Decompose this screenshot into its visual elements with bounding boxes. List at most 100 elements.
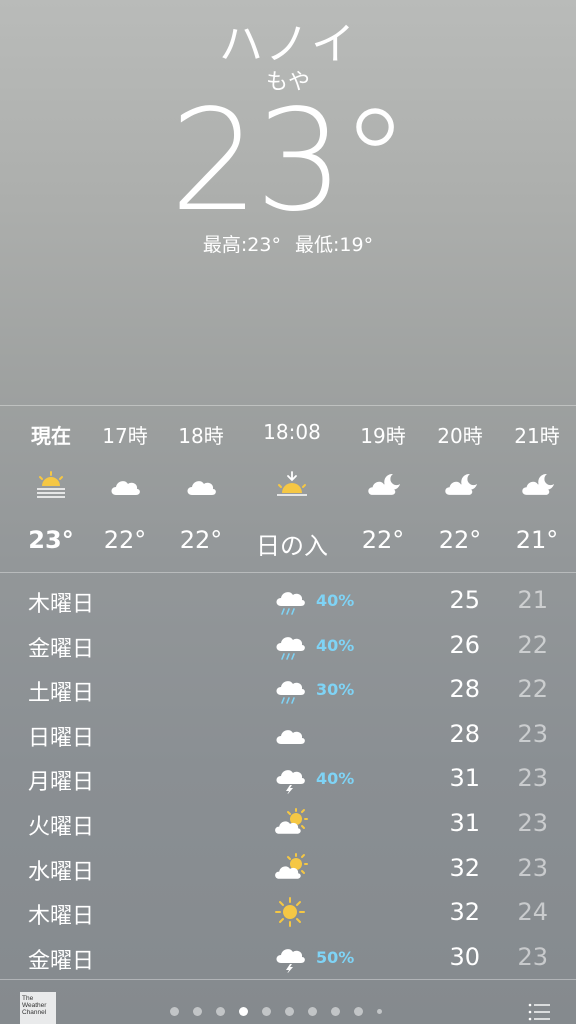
hour-time: 17時 — [102, 424, 148, 448]
cloud-thunder-icon — [270, 760, 310, 796]
precip-chance: 30% — [316, 680, 355, 700]
cloud-icon — [86, 468, 164, 502]
cloud-rain-icon — [270, 582, 310, 618]
hour-time: 18:08 — [263, 420, 321, 444]
hour-time: 現在 — [31, 424, 71, 448]
hour-temp: 23° — [28, 526, 74, 554]
day-high: 28 — [449, 675, 480, 704]
hour-temp: 22° — [179, 526, 223, 554]
hourly-forecast[interactable]: 現在 23° 17時 22° 18時 22° 18:08 日の入 19時 22° 20時 22° 21時… — [0, 405, 576, 573]
hourly-item: 21時 21° — [498, 406, 576, 574]
cloud-moon-icon — [498, 468, 576, 502]
day-low: 22 — [517, 675, 548, 704]
precip-chance: 50% — [316, 947, 355, 967]
hourly-item: 18:08 日の入 — [253, 406, 331, 574]
day-low: 23 — [517, 808, 548, 837]
page-dot[interactable] — [308, 1006, 317, 1016]
daily-row: 水曜日 32 23 — [0, 846, 576, 891]
daily-row: 金曜日 50% 30 23 — [0, 935, 576, 980]
precip-chance: 40% — [316, 635, 355, 655]
day-low: 22 — [517, 630, 548, 659]
day-low: 21 — [517, 586, 548, 614]
high-low: 最高:23° 最低:19° — [0, 230, 576, 257]
current-temperature: 23° — [169, 80, 410, 243]
hour-temp: 21° — [515, 526, 559, 554]
day-high: 25 — [449, 586, 480, 614]
page-indicator[interactable] — [170, 1006, 382, 1016]
page-dot[interactable] — [331, 1006, 340, 1016]
partly-cloudy-icon — [270, 850, 310, 886]
page-dot[interactable] — [377, 1008, 382, 1014]
page-dot[interactable] — [285, 1006, 294, 1016]
day-high: 28 — [449, 719, 480, 748]
day-low: 23 — [517, 942, 548, 971]
bottom-toolbar: The Weather Channel — [0, 979, 576, 1024]
day-name: 木曜日 — [28, 592, 95, 617]
cloud-thunder-icon — [270, 939, 310, 975]
hour-time: 19時 — [360, 424, 406, 448]
low-temp: 最低:19° — [295, 234, 374, 256]
sunset-icon — [253, 468, 331, 502]
cloud-icon — [162, 468, 240, 502]
weather-channel-logo[interactable]: The Weather Channel — [20, 992, 56, 1024]
cloud-moon-icon — [344, 468, 422, 502]
hour-temp: 22° — [361, 526, 405, 554]
city-name: ハノイ — [219, 19, 357, 70]
daily-row: 金曜日 40% 26 22 — [0, 623, 576, 668]
day-low: 23 — [517, 719, 548, 748]
daily-row: 月曜日 40% 31 23 — [0, 756, 576, 801]
hour-temp: 22° — [438, 526, 482, 554]
day-low: 24 — [517, 898, 548, 927]
daily-row: 火曜日 31 23 — [0, 801, 576, 846]
day-high: 31 — [449, 808, 480, 837]
daily-row: 土曜日 30% 28 22 — [0, 667, 576, 712]
cloud-rain-icon — [270, 671, 310, 707]
day-low: 23 — [517, 853, 548, 882]
day-name: 金曜日 — [28, 636, 95, 662]
daily-row: 日曜日 28 23 — [0, 712, 576, 757]
day-name: 土曜日 — [28, 681, 95, 707]
sun-haze-icon — [12, 468, 90, 502]
day-name: 水曜日 — [28, 859, 95, 885]
high-temp: 最高:23° — [202, 234, 281, 256]
day-high: 32 — [449, 898, 480, 927]
day-high: 30 — [449, 942, 480, 971]
cloud-moon-icon — [421, 468, 499, 502]
cloud-rain-icon — [270, 627, 310, 663]
page-dot[interactable] — [239, 1006, 248, 1016]
hour-time: 21時 — [514, 424, 560, 448]
day-name: 月曜日 — [28, 770, 95, 796]
day-name: 日曜日 — [28, 725, 95, 751]
current-weather: ハノイ もや 23° 最高:23° 最低:19° — [0, 0, 576, 400]
precip-chance: 40% — [316, 591, 355, 610]
hourly-item: 19時 22° — [344, 406, 422, 574]
page-dot[interactable] — [262, 1006, 271, 1016]
daily-row: 木曜日 40% 25 21 — [0, 578, 576, 623]
day-name: 金曜日 — [28, 948, 95, 974]
hour-time: 18時 — [178, 424, 224, 448]
daily-forecast[interactable]: 木曜日 40% 25 21 金曜日 40% 26 22 土曜日 30% 28 22 日曜日 28 23 月曜日… — [0, 578, 576, 979]
hourly-item: 17時 22° — [86, 406, 164, 574]
hourly-item: 18時 22° — [162, 406, 240, 574]
precip-chance: 40% — [316, 769, 355, 789]
day-high: 31 — [449, 764, 480, 793]
hourly-item: 20時 22° — [421, 406, 499, 574]
daily-row: 木曜日 32 24 — [0, 890, 576, 935]
day-name: 木曜日 — [28, 904, 95, 930]
page-dot[interactable] — [170, 1006, 179, 1016]
cloud-icon — [270, 716, 310, 752]
sun-icon — [270, 894, 310, 930]
list-icon[interactable] — [528, 1002, 550, 1022]
page-dot[interactable] — [216, 1006, 225, 1016]
day-high: 26 — [449, 630, 480, 659]
page-dot[interactable] — [193, 1006, 202, 1016]
day-high: 32 — [449, 853, 480, 882]
hour-temp: 日の入 — [256, 532, 328, 560]
day-low: 23 — [517, 764, 548, 793]
hourly-item: 現在 23° — [12, 406, 90, 574]
day-name: 火曜日 — [28, 814, 95, 840]
hour-temp: 22° — [103, 526, 147, 554]
partly-cloudy-icon — [270, 805, 310, 841]
hour-time: 20時 — [437, 424, 483, 448]
page-dot[interactable] — [354, 1006, 363, 1016]
